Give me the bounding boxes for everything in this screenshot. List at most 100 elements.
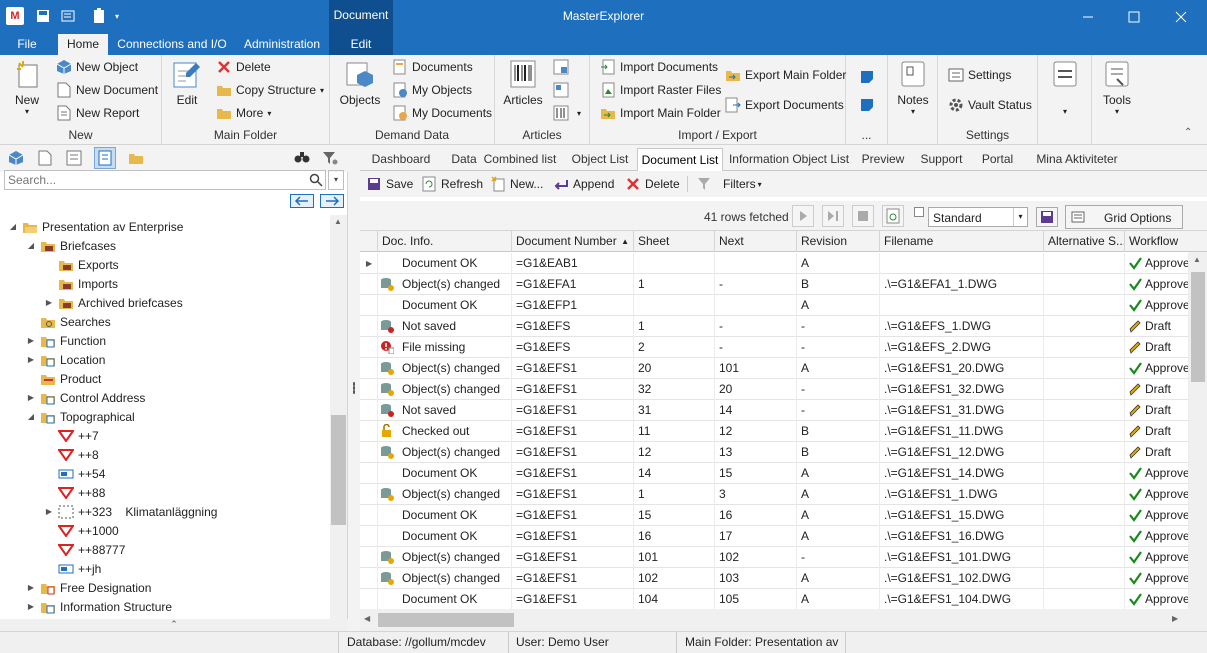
document-number-cell[interactable]: =G1&EFS1 [512,379,634,400]
tab-preview[interactable]: Preview [858,148,908,171]
binoculars-icon[interactable] [294,150,310,167]
column-header-doc-info[interactable]: Doc. Info. [378,231,512,252]
alternative-cell[interactable] [1044,337,1125,358]
tree-node[interactable]: ◢ Presentation av Enterprise [8,217,184,236]
alternative-cell[interactable] [1044,547,1125,568]
stop-fetch-button[interactable] [852,205,874,227]
workflow-cell[interactable]: Approved [1125,526,1189,547]
alternative-cell[interactable] [1044,400,1125,421]
filename-cell[interactable]: .\=G1&EFS1_16.DWG [880,526,1044,547]
filename-cell[interactable]: .\=G1&EFS1_32.DWG [880,379,1044,400]
workflow-cell[interactable]: Approved [1125,253,1189,274]
tree-node[interactable]: Imports [44,274,118,293]
doc-info-cell[interactable]: Not saved [378,316,512,337]
table-row[interactable]: Document OK =G1&EFS1 15 16 A .\=G1&EFS1_15.DW… [360,505,1189,526]
column-header-filename[interactable]: Filename [880,231,1044,252]
expanded-arrow-icon[interactable]: ◢ [26,241,36,250]
doc-info-cell[interactable]: Object(s) changed [378,547,512,568]
revision-cell[interactable]: - [797,547,880,568]
doc-info-cell[interactable]: File missing [378,337,512,358]
document-number-cell[interactable]: =G1&EFS1 [512,400,634,421]
import-documents-button[interactable]: Import Documents [600,57,718,77]
alternative-cell[interactable] [1044,589,1125,609]
next-cell[interactable]: - [715,274,797,295]
tree-node[interactable]: ▶ Location [26,350,105,369]
objects-view-cube-icon[interactable] [8,150,24,169]
tab-object-list[interactable]: Object List [565,148,635,171]
tree-node[interactable]: Searches [26,312,111,331]
doc-info-cell[interactable]: Not saved [378,400,512,421]
row-indicator[interactable] [360,526,378,547]
save-layout-button[interactable] [1036,207,1058,227]
tab-connections-io[interactable]: Connections and I/O [114,34,230,55]
table-row[interactable]: Object(s) changed =G1&EFS1 1 3 A .\=G1&EFS1_1… [360,484,1189,505]
new-item-button[interactable]: New... [490,174,543,194]
document-number-cell[interactable]: =G1&EFS1 [512,358,634,379]
filename-cell[interactable]: .\=G1&EFS_1.DWG [880,316,1044,337]
panel-splitter[interactable] [348,145,360,631]
next-cell[interactable]: 16 [715,505,797,526]
next-cell[interactable]: - [715,337,797,358]
next-cell[interactable]: 13 [715,442,797,463]
extra-tool-1-button[interactable] [859,67,879,87]
search-dropdown-button[interactable]: ▾ [328,170,344,190]
document-number-cell[interactable]: =G1&EFS1 [512,526,634,547]
workflow-cell[interactable]: Draft [1125,316,1189,337]
expanded-arrow-icon[interactable]: ◢ [8,222,18,231]
table-row[interactable]: Object(s) changed =G1&EFS1 12 13 B .\=G1&EFS1… [360,442,1189,463]
workflow-cell[interactable]: Approved [1125,484,1189,505]
maximize-button[interactable] [1111,0,1157,34]
document-number-cell[interactable]: =G1&EFA1 [512,274,634,295]
filename-cell[interactable]: .\=G1&EFS1_15.DWG [880,505,1044,526]
revision-cell[interactable]: A [797,484,880,505]
next-cell[interactable]: 17 [715,526,797,547]
navigate-forward-button[interactable] [320,194,344,208]
sheet-cell[interactable] [634,253,715,274]
next-cell[interactable] [715,295,797,316]
next-cell[interactable]: 105 [715,589,797,609]
table-row[interactable]: Not saved =G1&EFS 1- - .\=G1&EFS_1.DWG Draft [360,316,1189,337]
workflow-cell[interactable]: Approved [1125,463,1189,484]
table-row[interactable]: Object(s) changed =G1&EFS1 32 20- .\=G1&EFS1… [360,379,1189,400]
table-row[interactable]: ▶ Document OK =G1&EAB1 A Approved [360,253,1189,274]
next-cell[interactable]: 12 [715,421,797,442]
navigate-back-button[interactable] [290,194,314,208]
tree-search-input[interactable] [5,171,305,189]
export-main-folder-button[interactable]: Export Main Folder [725,65,846,85]
document-number-cell[interactable]: =G1&EFS1 [512,568,634,589]
articles-button[interactable]: Articles [503,57,543,107]
tree-node[interactable]: Exports [44,255,119,274]
row-indicator[interactable] [360,400,378,421]
collapsed-arrow-icon[interactable]: ▶ [44,298,54,307]
next-cell[interactable]: 102 [715,547,797,568]
revision-cell[interactable]: B [797,421,880,442]
column-header-revision[interactable]: Revision [797,231,880,252]
row-indicator[interactable] [360,379,378,400]
next-cell[interactable]: 3 [715,484,797,505]
row-indicator[interactable] [360,568,378,589]
doc-info-cell[interactable]: Object(s) changed [378,379,512,400]
document-number-cell[interactable]: =G1&EFS1 [512,547,634,568]
sheet-cell[interactable]: 31 [634,400,715,421]
layout-select[interactable]: Standard ▾ [928,207,1028,227]
column-header-alternative[interactable]: Alternative S... [1044,231,1125,252]
tab-mina-aktiviteter[interactable]: Mina Aktiviteter [1027,148,1127,171]
row-indicator[interactable] [360,337,378,358]
import-raster-files-button[interactable]: Import Raster Files [600,80,721,100]
search-icon[interactable] [309,173,323,190]
column-header-sheet[interactable]: Sheet [634,231,715,252]
tree-node[interactable]: ▶ Control Address [26,388,145,407]
collapsed-arrow-icon[interactable]: ▶ [26,355,36,364]
tab-data[interactable]: Data [448,148,480,171]
current-row-arrow-icon[interactable]: ▶ [360,253,378,274]
scroll-left-icon[interactable]: ◀ [364,614,370,623]
tree-node[interactable]: ++54 [44,464,105,483]
table-row[interactable]: Checked out =G1&EFS1 11 12 B .\=G1&EFS1_11.DW… [360,421,1189,442]
next-cell[interactable]: 20 [715,379,797,400]
export-documents-button[interactable]: Export Documents [725,95,844,115]
alternative-cell[interactable] [1044,295,1125,316]
next-cell[interactable]: - [715,316,797,337]
filename-cell[interactable]: .\=G1&EFS_2.DWG [880,337,1044,358]
tab-document-list[interactable]: Document List [637,148,723,171]
document-number-cell[interactable]: =G1&EFS1 [512,442,634,463]
